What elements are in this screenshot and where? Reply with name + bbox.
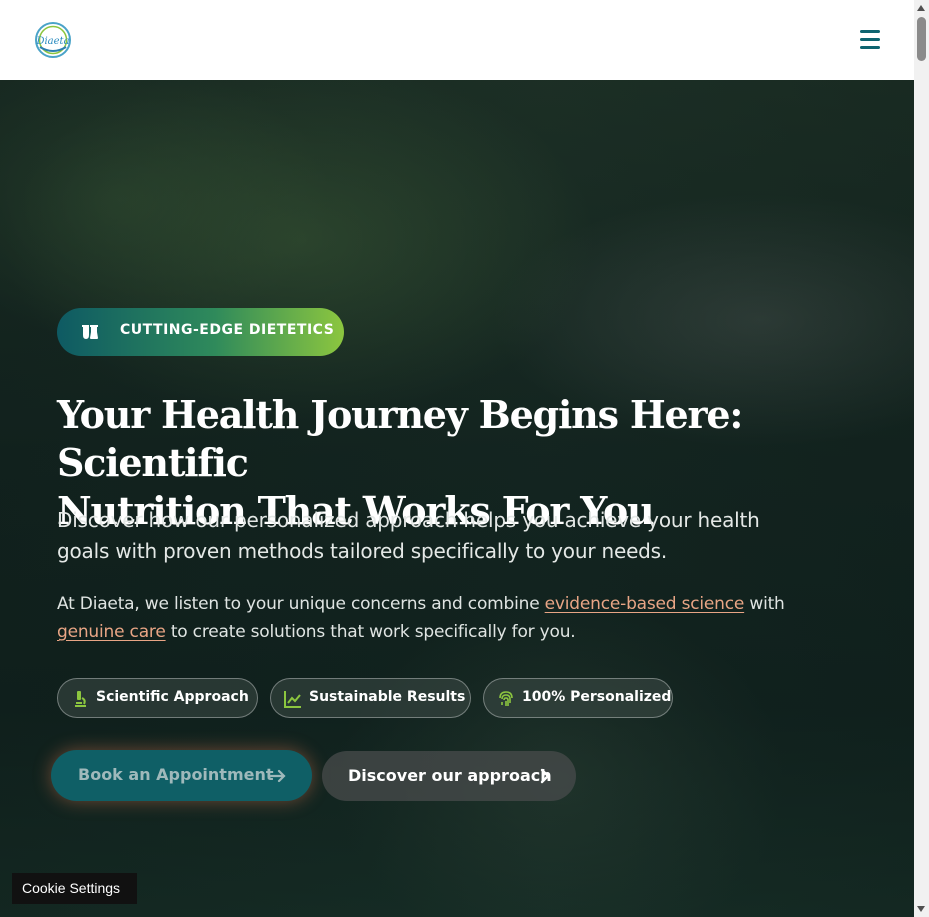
feature-label: Sustainable Results [309, 689, 466, 705]
microscope-icon [71, 690, 89, 708]
feature-pill-scientific-approach: Scientific Approach [57, 678, 258, 718]
cookie-settings-label: Cookie Settings [22, 880, 121, 896]
subhead-line-2: goals with proven methods tailored speci… [57, 539, 668, 563]
headline-line-1: Your Health Journey Begins Here: Scienti… [57, 392, 743, 485]
site-header: Diaeta [0, 0, 914, 80]
diaeta-logo[interactable]: Diaeta [34, 21, 72, 59]
scroll-up-arrow-icon[interactable] [917, 5, 925, 11]
book-appointment-button[interactable]: Book an Appointment [51, 750, 312, 801]
feature-pill-sustainable-results: Sustainable Results [270, 678, 471, 718]
svg-text:Diaeta: Diaeta [35, 36, 69, 47]
page-scrollbar[interactable] [914, 0, 929, 917]
hero-section: CUTTING-EDGE DIETETICS Your Health Journ… [0, 80, 914, 917]
body-middle: with [744, 594, 785, 614]
cookie-settings-button[interactable]: Cookie Settings [12, 873, 137, 904]
chevron-right-icon [538, 768, 552, 784]
scroll-down-arrow-icon[interactable] [917, 906, 925, 912]
hero-body-text: At Diaeta, we listen to your unique conc… [57, 590, 857, 646]
hamburger-menu-icon[interactable] [856, 27, 884, 53]
genuine-care-link[interactable]: genuine care [57, 622, 166, 642]
body-prefix: At Diaeta, we listen to your unique conc… [57, 594, 545, 614]
arrow-right-icon [269, 768, 286, 784]
cutting-edge-badge: CUTTING-EDGE DIETETICS [57, 308, 344, 356]
scroll-thumb[interactable] [917, 17, 926, 61]
badge-label: CUTTING-EDGE DIETETICS [120, 322, 335, 338]
discover-approach-label: Discover our approach [348, 766, 552, 785]
fingerprint-icon [497, 690, 515, 708]
feature-pill-personalized: 100% Personalized [483, 678, 673, 718]
evidence-based-science-link[interactable]: evidence-based science [545, 594, 745, 614]
book-appointment-label: Book an Appointment [78, 765, 274, 784]
discover-approach-button[interactable]: Discover our approach [322, 751, 576, 801]
body-suffix: to create solutions that work specifical… [165, 622, 576, 642]
subhead-line-1: Discover how our personalized approach h… [57, 508, 760, 532]
feature-label: Scientific Approach [96, 689, 249, 705]
hero-subheading: Discover how our personalized approach h… [57, 505, 837, 567]
feature-label: 100% Personalized [522, 689, 672, 705]
flask-icon [81, 323, 99, 341]
chart-line-icon [284, 690, 302, 708]
